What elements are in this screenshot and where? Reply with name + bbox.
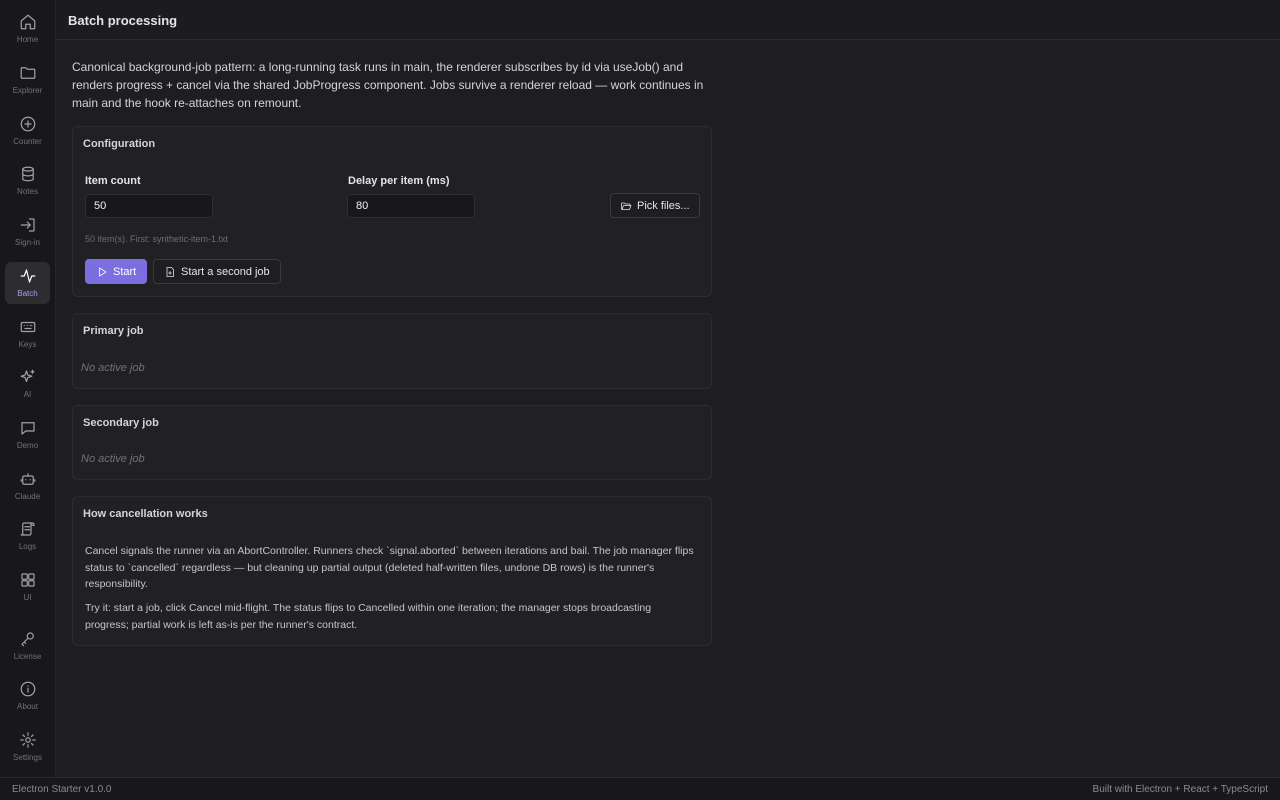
file-plus-icon	[166, 266, 174, 277]
grid-icon	[20, 573, 35, 587]
folder-icon	[20, 67, 35, 79]
start-second-job-button[interactable]: Start a second job	[153, 259, 281, 284]
sidebar: Home Explorer Counter Notes Sign-in Batc…	[0, 0, 56, 777]
card-title: Configuration	[83, 138, 156, 150]
sidebar-item-claude[interactable]: Claude	[5, 465, 50, 507]
sidebar-item-about[interactable]: About	[5, 675, 50, 717]
status-bar: Electron Starter v1.0.0 Built with Elect…	[0, 777, 1280, 800]
sidebar-item-sign-in[interactable]: Sign-in	[5, 211, 50, 253]
key-icon	[20, 632, 34, 647]
sidebar-item-settings[interactable]: Settings	[5, 726, 50, 768]
secondary-job-card: Secondary job No active job	[72, 405, 712, 480]
sidebar-item-label: Keys	[18, 340, 37, 349]
database-icon	[21, 166, 34, 182]
sidebar-item-label: Sign-in	[15, 238, 40, 247]
card-title: How cancellation works	[83, 508, 208, 520]
sidebar-item-ui[interactable]: UI	[5, 566, 50, 608]
sidebar-item-notes[interactable]: Notes	[5, 160, 50, 202]
sidebar-item-label: Home	[16, 35, 39, 44]
sidebar-item-explorer[interactable]: Explorer	[5, 59, 50, 101]
sparkles-icon	[20, 369, 35, 383]
sidebar-item-label: About	[17, 702, 38, 711]
item-count-label: Item count	[85, 175, 141, 187]
sidebar-item-label: Counter	[13, 137, 42, 146]
sidebar-item-label: Explorer	[12, 86, 43, 95]
plus-circle-icon	[20, 116, 35, 132]
primary-job-card: Primary job No active job	[72, 313, 712, 389]
activity-icon	[20, 269, 35, 283]
sidebar-item-logs[interactable]: Logs	[5, 515, 50, 557]
sidebar-item-ai[interactable]: AI	[5, 363, 50, 405]
sidebar-item-label: UI	[23, 593, 32, 602]
item-count-input[interactable]	[85, 194, 213, 218]
delay-label: Delay per item (ms)	[348, 175, 450, 187]
card-title: Secondary job	[83, 417, 159, 429]
sidebar-item-batch[interactable]: Batch	[5, 262, 50, 304]
info-icon	[20, 681, 35, 697]
page-title: Batch processing	[68, 13, 178, 28]
start-second-job-label: Start a second job	[181, 265, 270, 278]
sidebar-item-keys[interactable]: Keys	[5, 313, 50, 355]
built-with-text: Built with Electron + React + TypeScript	[1092, 784, 1268, 795]
sidebar-item-label: Batch	[17, 289, 38, 298]
cancellation-paragraph-2: Try it: start a job, click Cancel mid-fl…	[85, 602, 652, 631]
sidebar-item-label: Logs	[18, 542, 37, 551]
home-icon	[20, 14, 35, 30]
sidebar-item-label: Notes	[17, 187, 38, 196]
sidebar-item-license[interactable]: License	[5, 625, 50, 667]
delay-input[interactable]	[347, 194, 475, 218]
item-hint: 50 item(s). First: synthetic-item-1.txt	[85, 234, 229, 244]
card-title: Primary job	[83, 325, 144, 337]
sidebar-item-label: License	[13, 652, 42, 661]
cancellation-card: How cancellation works Cancel signals th…	[72, 496, 712, 646]
pick-files-label: Pick files...	[637, 199, 690, 212]
play-icon	[99, 267, 107, 276]
empty-state: No active job	[81, 453, 145, 465]
sidebar-item-label: Settings	[13, 753, 42, 762]
sidebar-item-label: Demo	[16, 441, 39, 450]
sidebar-item-label: Claude	[14, 492, 41, 501]
configuration-card: Configuration Item count Delay per item …	[72, 126, 712, 297]
folder-open-icon	[621, 202, 632, 210]
start-button[interactable]: Start	[85, 259, 148, 284]
intro-text: Canonical background-job pattern: a long…	[72, 60, 704, 110]
sidebar-item-counter[interactable]: Counter	[5, 110, 50, 152]
scroll-icon	[20, 522, 35, 536]
message-icon	[20, 422, 35, 435]
cancellation-paragraph-1: Cancel signals the runner via an AbortCo…	[85, 545, 694, 590]
header: Batch processing	[56, 0, 1280, 40]
start-label: Start	[113, 265, 137, 278]
keyboard-icon	[20, 321, 35, 333]
sign-in-icon	[20, 218, 35, 232]
gear-icon	[19, 732, 36, 748]
bot-icon	[20, 473, 35, 485]
empty-state: No active job	[81, 362, 145, 374]
app-version: Electron Starter v1.0.0	[12, 784, 112, 795]
sidebar-item-home[interactable]: Home	[5, 8, 50, 50]
sidebar-item-label: AI	[23, 390, 32, 399]
pick-files-button[interactable]: Pick files...	[610, 193, 700, 218]
sidebar-item-demo[interactable]: Demo	[5, 414, 50, 456]
